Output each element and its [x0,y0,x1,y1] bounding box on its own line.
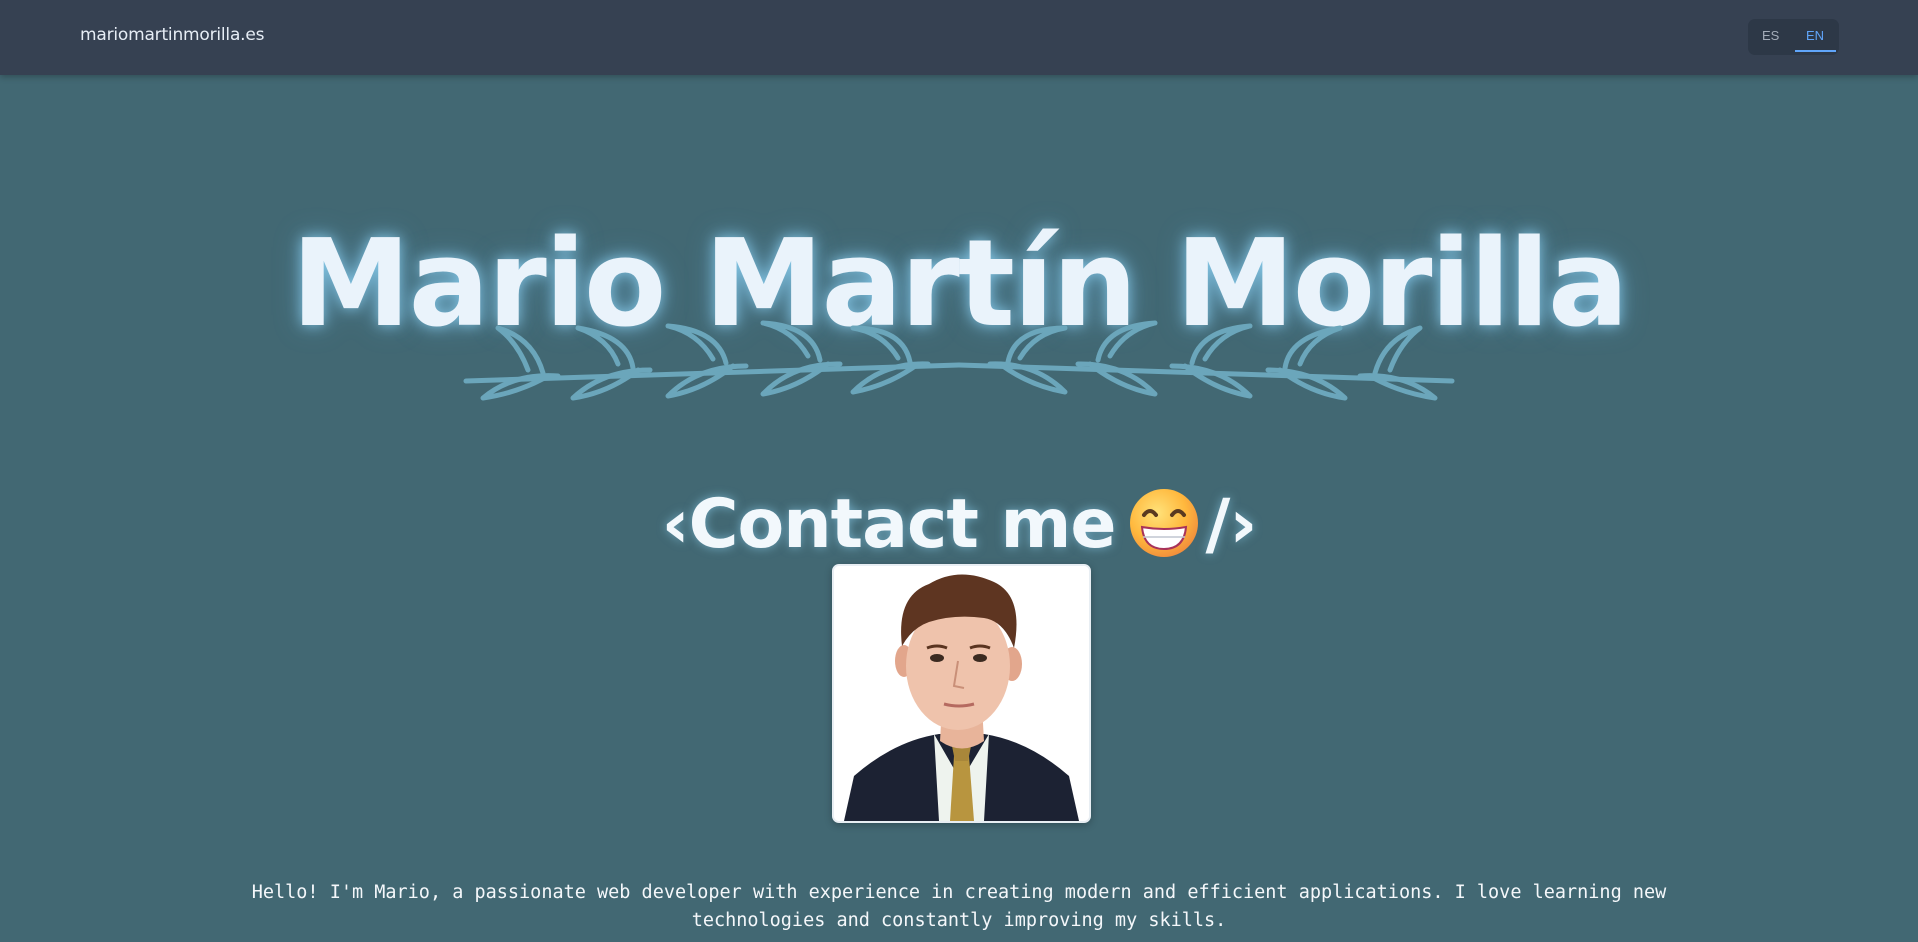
laurel-divider-icon [463,320,1455,401]
beaming-grin-emoji-icon [1129,488,1198,557]
bio-paragraph: Hello! I'm Mario, a passionate web devel… [251,881,1667,931]
active-language-indicator [1795,50,1836,52]
profile-photo [832,564,1091,823]
contact-heading: ‹Contact me /› [0,483,1918,567]
language-en-button[interactable]: EN [1806,28,1824,43]
contact-heading-closing: /› [1205,485,1258,565]
top-navbar: mariomartinmorilla.es ES EN [0,0,1918,75]
contact-heading-text: ‹Contact me [661,485,1117,565]
language-es-button[interactable]: ES [1762,28,1779,43]
site-name-link[interactable]: mariomartinmorilla.es [80,25,264,45]
profile-portrait-image [834,566,1089,821]
language-switcher: ES EN [1748,19,1839,55]
